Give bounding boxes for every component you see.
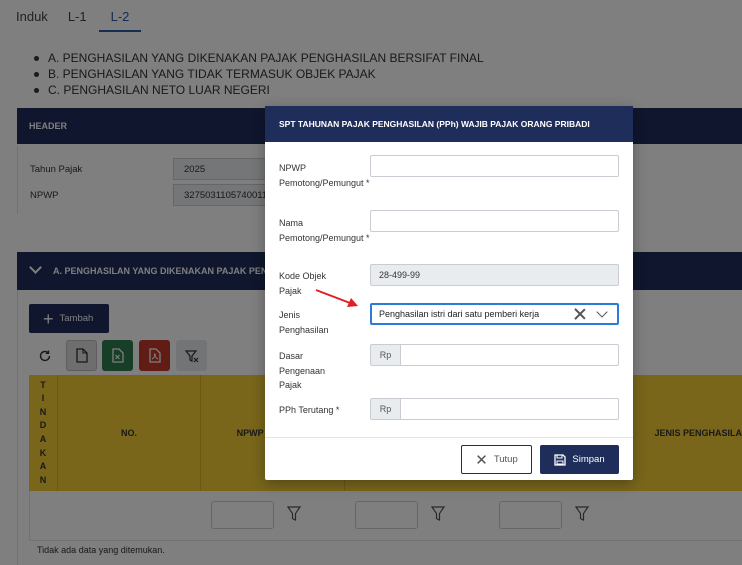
- pph-terutang-label: PPh Terutang *: [279, 405, 340, 415]
- nama-pemotong-label: Nama Pemotong/Pemungut *: [279, 218, 370, 243]
- npwp-pemotong-input[interactable]: [370, 155, 619, 177]
- pph-terutang-input[interactable]: [401, 398, 619, 420]
- dasar-pengenaan-input-group: Rp: [370, 344, 619, 366]
- currency-prefix: Rp: [370, 398, 401, 420]
- kode-objek-field: 28-499-99: [370, 264, 619, 286]
- save-button-label: Simpan: [572, 454, 605, 465]
- jenis-penghasilan-select[interactable]: Penghasilan istri dari satu pemberi kerj…: [370, 303, 619, 325]
- jenis-penghasilan-selected-value: Penghasilan istri dari satu pemberi kerj…: [379, 309, 540, 319]
- clear-selection-icon[interactable]: [574, 308, 586, 320]
- jenis-penghasilan-label: Jenis Penghasilan: [279, 310, 329, 335]
- pph-terutang-input-group: Rp: [370, 398, 619, 420]
- dialog-title: SPT TAHUNAN PAJAK PENGHASILAN (PPh) WAJI…: [265, 106, 633, 142]
- close-button-label: Tutup: [493, 454, 518, 465]
- currency-prefix: Rp: [370, 344, 401, 366]
- dasar-pengenaan-input[interactable]: [401, 344, 619, 366]
- save-icon: [554, 453, 567, 466]
- close-icon: ✕: [475, 451, 488, 469]
- npwp-pemotong-label: NPWP Pemotong/Pemungut *: [279, 163, 370, 188]
- nama-pemotong-input[interactable]: [370, 210, 619, 232]
- close-button[interactable]: ✕ Tutup: [461, 445, 532, 474]
- dialog-footer: ✕ Tutup Simpan: [265, 437, 633, 480]
- save-button[interactable]: Simpan: [540, 445, 619, 474]
- chevron-down-icon[interactable]: [596, 306, 608, 318]
- annotation-arrow-icon: [315, 289, 358, 307]
- dasar-pengenaan-label: Dasar Pengenaan Pajak: [279, 351, 326, 391]
